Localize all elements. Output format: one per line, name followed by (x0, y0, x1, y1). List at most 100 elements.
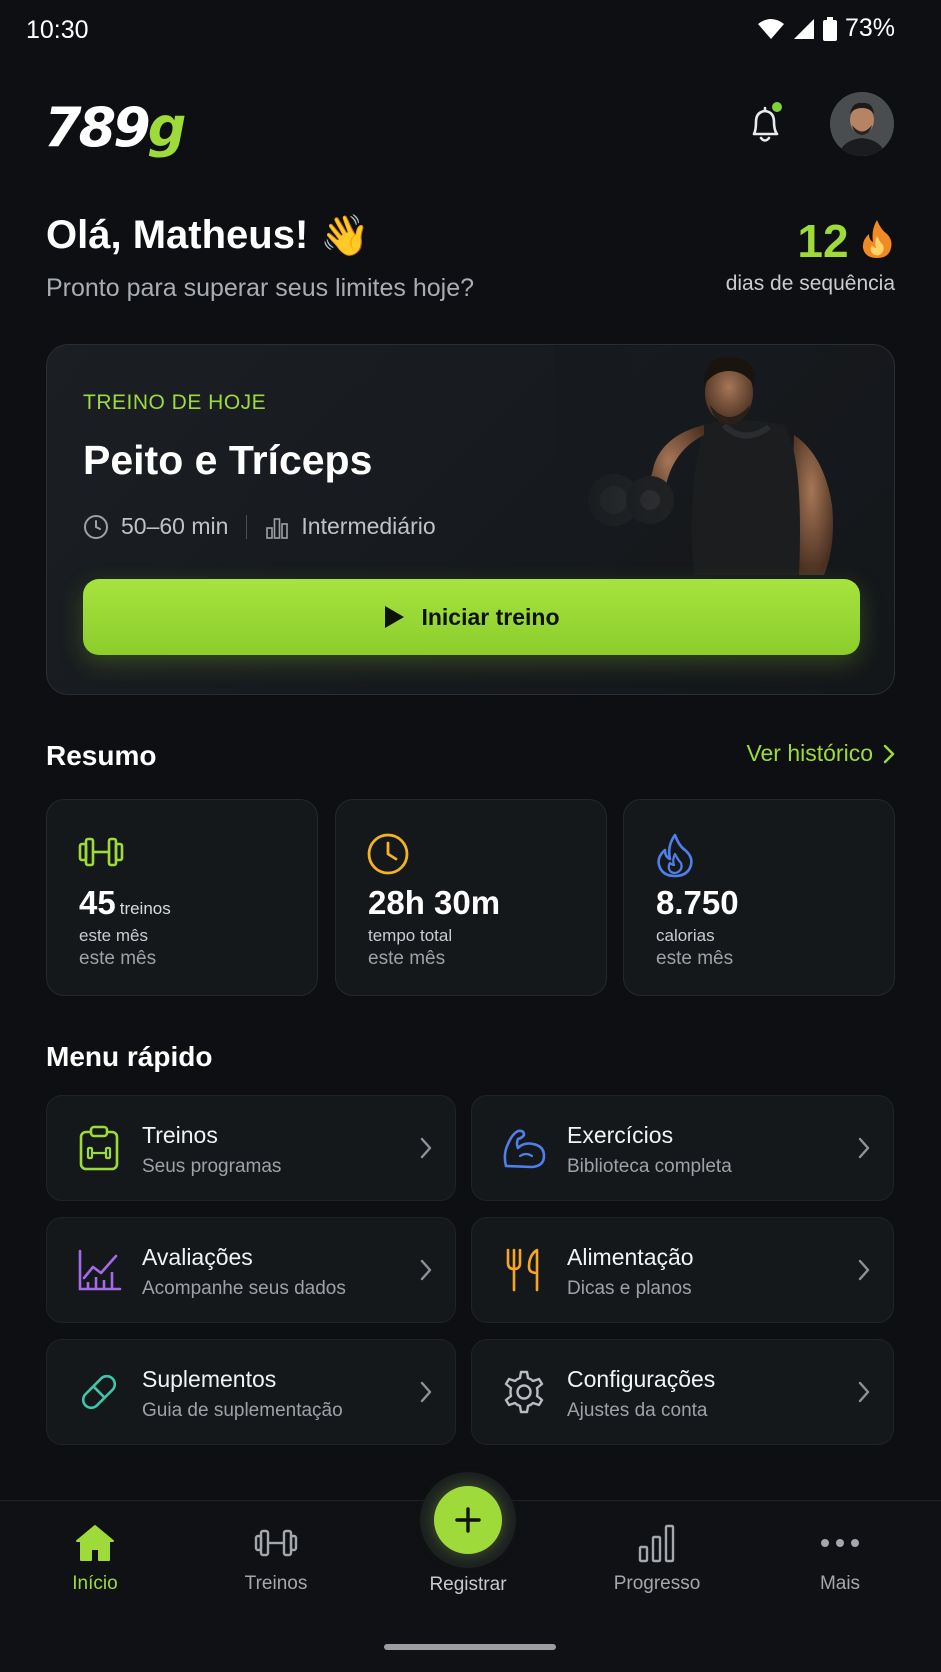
nav-label: Início (72, 1573, 118, 1594)
menu-item-title: Treinos (142, 1122, 218, 1148)
start-workout-button[interactable]: Iniciar treino (83, 579, 860, 655)
stat-period: este mês (79, 948, 157, 969)
nav-item-mais[interactable]: Mais (765, 1523, 915, 1595)
stat-value: 8.750 (656, 884, 739, 922)
chevron-right-icon (420, 1137, 432, 1159)
menu-item-configuracoes[interactable]: Configurações Ajustes da conta (471, 1339, 894, 1445)
chevron-right-icon (858, 1381, 870, 1403)
menu-item-title: Suplementos (142, 1366, 277, 1392)
battery-percent: 73% (844, 14, 895, 42)
waving-hand-icon: 👋 (320, 214, 371, 258)
menu-item-subtitle: Guia de suplementação (142, 1400, 343, 1421)
menu-item-title: Exercícios (567, 1122, 674, 1148)
menu-item-suplementos[interactable]: Suplementos Guia de suplementação (46, 1339, 456, 1445)
dumbbell-icon (78, 837, 124, 867)
menu-item-title: Alimentação (567, 1244, 694, 1270)
menu-item-subtitle: Biblioteca completa (567, 1156, 732, 1177)
stat-card-time[interactable]: 28h 30m tempo total este mês (335, 799, 607, 996)
nav-label: Mais (819, 1573, 861, 1594)
chevron-right-icon (858, 1137, 870, 1159)
chart-icon (73, 1244, 125, 1296)
today-workout-card[interactable]: TREINO DE HOJE Peito e Tríceps 50–60 min… (46, 344, 895, 695)
stat-value: 28h 30m (368, 884, 500, 922)
chevron-right-icon (883, 744, 895, 763)
pill-icon (73, 1366, 125, 1418)
avatar[interactable] (830, 92, 894, 156)
app-logo: 789g (44, 96, 187, 159)
plus-icon (455, 1507, 481, 1533)
battery-icon (822, 16, 837, 41)
streak-label: dias de sequência (725, 272, 895, 295)
home-icon (20, 1523, 170, 1563)
nav-item-inicio[interactable]: Início (20, 1523, 170, 1595)
streak-value: 12 (797, 215, 849, 267)
menu-item-treinos[interactable]: Treinos Seus programas (46, 1095, 456, 1201)
stat-unit: tempo total (368, 926, 453, 945)
clipboard-dumbbell-icon (73, 1122, 125, 1174)
flame-icon (657, 833, 693, 878)
greeting-subtitle: Pronto para superar seus limites hoje? (46, 274, 475, 302)
signal-icon (793, 18, 814, 39)
stat-unit: calorias (656, 926, 715, 945)
register-label: Registrar (429, 1574, 507, 1595)
stat-card-calories[interactable]: 8.750 calorias este mês (623, 799, 895, 996)
nav-item-progresso[interactable]: Progresso (582, 1523, 732, 1595)
register-button[interactable] (434, 1486, 502, 1554)
today-workout-meta: 50–60 min Intermediário (83, 513, 436, 540)
athlete-illustration (554, 345, 874, 575)
see-history-label: Ver histórico (746, 740, 873, 766)
meta-divider (246, 514, 248, 539)
streak-counter: 12 dias de sequência (726, 214, 895, 296)
fork-knife-icon (498, 1244, 550, 1296)
stat-number: 45 (79, 884, 116, 921)
today-workout-title: Peito e Tríceps (83, 437, 373, 483)
stat-value: 45 treinos (79, 884, 171, 922)
bar-chart-icon (582, 1523, 732, 1563)
chevron-right-icon (420, 1259, 432, 1281)
chevron-right-icon (420, 1381, 432, 1403)
more-icon (765, 1523, 915, 1563)
stat-period: este mês (656, 948, 734, 969)
status-indicators: 73% (757, 14, 895, 43)
menu-item-subtitle: Ajustes da conta (567, 1400, 708, 1421)
menu-item-subtitle: Seus programas (142, 1156, 282, 1177)
menu-item-avaliacoes[interactable]: Avaliações Acompanhe seus dados (46, 1217, 456, 1323)
register-fab[interactable] (420, 1472, 516, 1568)
avatar-image (830, 92, 894, 156)
level-bars-icon (266, 517, 289, 539)
logo-number: 789 (44, 96, 151, 159)
dumbbell-icon (201, 1523, 351, 1563)
menu-item-alimentacao[interactable]: Alimentação Dicas e planos (471, 1217, 894, 1323)
nav-label: Progresso (613, 1573, 701, 1594)
greeting-text: Olá, Matheus! (46, 213, 309, 257)
summary-title: Resumo (46, 740, 157, 771)
gear-icon (498, 1366, 550, 1418)
flame-icon (859, 218, 895, 265)
chevron-right-icon (858, 1259, 870, 1281)
play-icon (385, 606, 405, 628)
menu-item-exercicios[interactable]: Exercícios Biblioteca completa (471, 1095, 894, 1201)
stat-number: 8.750 (656, 884, 739, 921)
wifi-icon (757, 18, 784, 39)
stat-card-workouts[interactable]: 45 treinos este mês este mês (46, 799, 318, 996)
quick-menu-title: Menu rápido (46, 1041, 213, 1072)
see-history-link[interactable]: Ver histórico (746, 740, 895, 767)
clock-icon (367, 833, 409, 875)
stat-unit: este mês (79, 926, 148, 945)
menu-item-title: Configurações (567, 1366, 716, 1392)
logo-letter: g (147, 96, 187, 159)
notification-dot (770, 100, 784, 114)
status-bar: 10:30 73% (0, 0, 941, 60)
stat-period: este mês (368, 948, 446, 969)
bicep-icon (498, 1122, 550, 1174)
stat-number: 28h 30m (368, 884, 501, 921)
today-workout-eyebrow: TREINO DE HOJE (83, 391, 267, 414)
status-time: 10:30 (26, 16, 89, 44)
clock-icon (84, 514, 108, 539)
menu-item-title: Avaliações (142, 1244, 253, 1270)
notifications-button[interactable] (740, 100, 790, 150)
workout-level: Intermediário (301, 513, 436, 539)
nav-item-treinos[interactable]: Treinos (201, 1523, 351, 1595)
greeting-title: Olá, Matheus! 👋 (46, 212, 370, 259)
home-indicator[interactable] (384, 1644, 556, 1650)
